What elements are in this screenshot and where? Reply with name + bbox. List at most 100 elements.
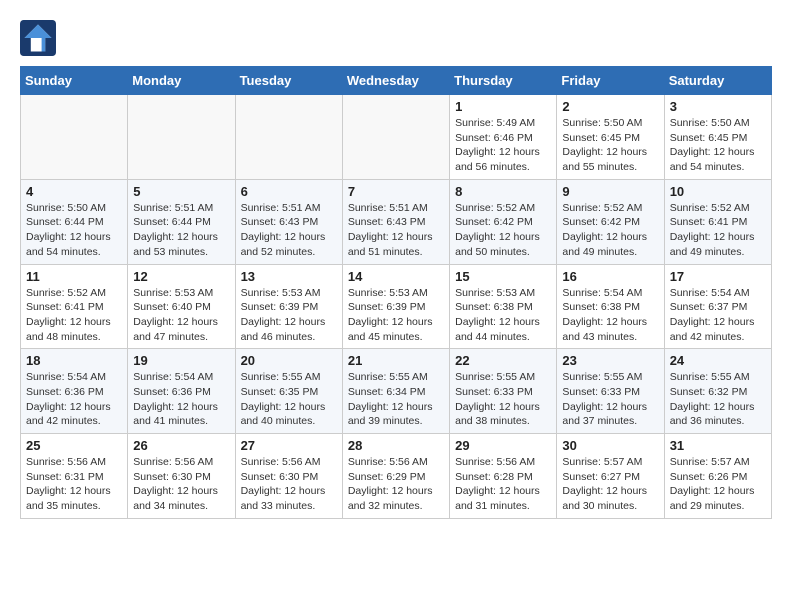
calendar-day: 16 Sunrise: 5:54 AM Sunset: 6:38 PM Dayli…: [557, 264, 664, 349]
day-info: Sunrise: 5:52 AM Sunset: 6:41 PM Dayligh…: [670, 201, 766, 260]
day-number: 23: [562, 353, 658, 368]
day-info: Sunrise: 5:54 AM Sunset: 6:38 PM Dayligh…: [562, 286, 658, 345]
calendar-day: 9 Sunrise: 5:52 AM Sunset: 6:42 PM Daylig…: [557, 179, 664, 264]
calendar-day: 11 Sunrise: 5:52 AM Sunset: 6:41 PM Dayli…: [21, 264, 128, 349]
calendar-day: 18 Sunrise: 5:54 AM Sunset: 6:36 PM Dayli…: [21, 349, 128, 434]
header-monday: Monday: [128, 67, 235, 95]
header-thursday: Thursday: [450, 67, 557, 95]
calendar-day: 29 Sunrise: 5:56 AM Sunset: 6:28 PM Dayli…: [450, 434, 557, 519]
calendar-day: 6Sunrise: 5:51 AM Sunset: 6:43 PM Daylig…: [235, 179, 342, 264]
day-number: 9: [562, 184, 658, 199]
day-number: 26: [133, 438, 229, 453]
day-number: 28: [348, 438, 444, 453]
calendar-header-row: Sunday Monday Tuesday Wednesday Thursday…: [21, 67, 772, 95]
day-info: Sunrise: 5:57 AM Sunset: 6:26 PM Dayligh…: [670, 455, 766, 514]
day-number: 4: [26, 184, 122, 199]
day-number: 5: [133, 184, 229, 199]
day-number: 16: [562, 269, 658, 284]
calendar-day: 12Sunrise: 5:53 AM Sunset: 6:40 PM Dayli…: [128, 264, 235, 349]
day-info: Sunrise: 5:55 AM Sunset: 6:32 PM Dayligh…: [670, 370, 766, 429]
calendar-day: 26Sunrise: 5:56 AM Sunset: 6:30 PM Dayli…: [128, 434, 235, 519]
day-number: 19: [133, 353, 229, 368]
calendar-day: 22 Sunrise: 5:55 AM Sunset: 6:33 PM Dayli…: [450, 349, 557, 434]
day-number: 14: [348, 269, 444, 284]
logo: [20, 20, 60, 56]
calendar-week-3: 11 Sunrise: 5:52 AM Sunset: 6:41 PM Dayli…: [21, 264, 772, 349]
day-info: Sunrise: 5:56 AM Sunset: 6:28 PM Dayligh…: [455, 455, 551, 514]
day-number: 18: [26, 353, 122, 368]
day-info: Sunrise: 5:56 AM Sunset: 6:31 PM Dayligh…: [26, 455, 122, 514]
day-number: 20: [241, 353, 337, 368]
calendar-day: 15 Sunrise: 5:53 AM Sunset: 6:38 PM Dayli…: [450, 264, 557, 349]
day-number: 15: [455, 269, 551, 284]
calendar-day: 20Sunrise: 5:55 AM Sunset: 6:35 PM Dayli…: [235, 349, 342, 434]
calendar-day: [128, 95, 235, 180]
calendar-table: Sunday Monday Tuesday Wednesday Thursday…: [20, 66, 772, 519]
day-number: 22: [455, 353, 551, 368]
day-info: Sunrise: 5:53 AM Sunset: 6:40 PM Dayligh…: [133, 286, 229, 345]
calendar-week-1: 1 Sunrise: 5:49 AM Sunset: 6:46 PM Daylig…: [21, 95, 772, 180]
calendar-day: 25 Sunrise: 5:56 AM Sunset: 6:31 PM Dayli…: [21, 434, 128, 519]
day-number: 8: [455, 184, 551, 199]
calendar-day: 31 Sunrise: 5:57 AM Sunset: 6:26 PM Dayli…: [664, 434, 771, 519]
calendar-day: 19 Sunrise: 5:54 AM Sunset: 6:36 PM Dayli…: [128, 349, 235, 434]
day-info: Sunrise: 5:52 AM Sunset: 6:41 PM Dayligh…: [26, 286, 122, 345]
day-info: Sunrise: 5:51 AM Sunset: 6:43 PM Dayligh…: [241, 201, 337, 260]
calendar-week-5: 25 Sunrise: 5:56 AM Sunset: 6:31 PM Dayli…: [21, 434, 772, 519]
day-info: Sunrise: 5:51 AM Sunset: 6:44 PM Dayligh…: [133, 201, 229, 260]
day-info: Sunrise: 5:50 AM Sunset: 6:45 PM Dayligh…: [670, 116, 766, 175]
day-number: 10: [670, 184, 766, 199]
day-number: 1: [455, 99, 551, 114]
day-info: Sunrise: 5:55 AM Sunset: 6:33 PM Dayligh…: [562, 370, 658, 429]
day-info: Sunrise: 5:49 AM Sunset: 6:46 PM Dayligh…: [455, 116, 551, 175]
calendar-day: 30Sunrise: 5:57 AM Sunset: 6:27 PM Dayli…: [557, 434, 664, 519]
day-info: Sunrise: 5:53 AM Sunset: 6:39 PM Dayligh…: [348, 286, 444, 345]
header-wednesday: Wednesday: [342, 67, 449, 95]
day-info: Sunrise: 5:54 AM Sunset: 6:36 PM Dayligh…: [26, 370, 122, 429]
day-info: Sunrise: 5:53 AM Sunset: 6:38 PM Dayligh…: [455, 286, 551, 345]
calendar-day: 5 Sunrise: 5:51 AM Sunset: 6:44 PM Daylig…: [128, 179, 235, 264]
day-number: 29: [455, 438, 551, 453]
day-number: 17: [670, 269, 766, 284]
day-info: Sunrise: 5:52 AM Sunset: 6:42 PM Dayligh…: [562, 201, 658, 260]
calendar-week-2: 4 Sunrise: 5:50 AM Sunset: 6:44 PM Daylig…: [21, 179, 772, 264]
header-sunday: Sunday: [21, 67, 128, 95]
day-info: Sunrise: 5:52 AM Sunset: 6:42 PM Dayligh…: [455, 201, 551, 260]
day-number: 25: [26, 438, 122, 453]
day-info: Sunrise: 5:53 AM Sunset: 6:39 PM Dayligh…: [241, 286, 337, 345]
calendar-day: 2Sunrise: 5:50 AM Sunset: 6:45 PM Daylig…: [557, 95, 664, 180]
header-saturday: Saturday: [664, 67, 771, 95]
calendar-day: 28 Sunrise: 5:56 AM Sunset: 6:29 PM Dayli…: [342, 434, 449, 519]
logo-icon: [20, 20, 56, 56]
calendar-day: 21Sunrise: 5:55 AM Sunset: 6:34 PM Dayli…: [342, 349, 449, 434]
day-info: Sunrise: 5:54 AM Sunset: 6:36 PM Dayligh…: [133, 370, 229, 429]
calendar-day: 1 Sunrise: 5:49 AM Sunset: 6:46 PM Daylig…: [450, 95, 557, 180]
day-info: Sunrise: 5:56 AM Sunset: 6:30 PM Dayligh…: [241, 455, 337, 514]
day-number: 27: [241, 438, 337, 453]
day-number: 31: [670, 438, 766, 453]
page-header: [20, 20, 772, 56]
header-friday: Friday: [557, 67, 664, 95]
calendar-day: [342, 95, 449, 180]
day-info: Sunrise: 5:55 AM Sunset: 6:33 PM Dayligh…: [455, 370, 551, 429]
calendar-day: 17Sunrise: 5:54 AM Sunset: 6:37 PM Dayli…: [664, 264, 771, 349]
calendar-day: 3 Sunrise: 5:50 AM Sunset: 6:45 PM Daylig…: [664, 95, 771, 180]
day-number: 11: [26, 269, 122, 284]
calendar-day: 27 Sunrise: 5:56 AM Sunset: 6:30 PM Dayli…: [235, 434, 342, 519]
calendar-day: [21, 95, 128, 180]
day-number: 7: [348, 184, 444, 199]
calendar-day: 14 Sunrise: 5:53 AM Sunset: 6:39 PM Dayli…: [342, 264, 449, 349]
day-number: 24: [670, 353, 766, 368]
calendar-day: 24 Sunrise: 5:55 AM Sunset: 6:32 PM Dayli…: [664, 349, 771, 434]
day-number: 30: [562, 438, 658, 453]
day-number: 3: [670, 99, 766, 114]
day-number: 21: [348, 353, 444, 368]
calendar-day: 10 Sunrise: 5:52 AM Sunset: 6:41 PM Dayli…: [664, 179, 771, 264]
header-tuesday: Tuesday: [235, 67, 342, 95]
day-info: Sunrise: 5:50 AM Sunset: 6:44 PM Dayligh…: [26, 201, 122, 260]
day-info: Sunrise: 5:51 AM Sunset: 6:43 PM Dayligh…: [348, 201, 444, 260]
calendar-day: 4 Sunrise: 5:50 AM Sunset: 6:44 PM Daylig…: [21, 179, 128, 264]
day-info: Sunrise: 5:56 AM Sunset: 6:29 PM Dayligh…: [348, 455, 444, 514]
calendar-day: 7 Sunrise: 5:51 AM Sunset: 6:43 PM Daylig…: [342, 179, 449, 264]
calendar-day: 23 Sunrise: 5:55 AM Sunset: 6:33 PM Dayli…: [557, 349, 664, 434]
